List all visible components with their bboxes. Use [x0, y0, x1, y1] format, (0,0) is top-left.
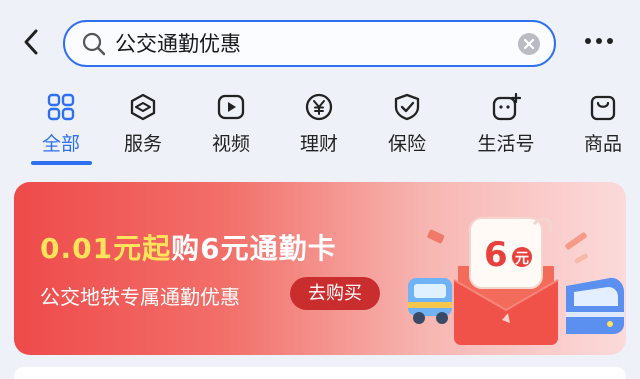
banner-title-offer: 购6元通勤卡	[171, 232, 337, 265]
life-account-icon	[492, 92, 521, 121]
tab-all[interactable]: 全部	[22, 86, 100, 170]
more-dots-icon	[585, 38, 613, 44]
clear-search-button[interactable]	[518, 33, 540, 55]
tab-label: 视频	[211, 133, 250, 155]
grid-icon	[47, 93, 75, 121]
tab-video[interactable]: 视频	[192, 86, 270, 170]
tab-service[interactable]: 服务	[104, 86, 182, 170]
banner-subtitle: 公交地铁专属通勤优惠	[40, 285, 240, 309]
search-input[interactable]: 公交通勤优惠	[63, 20, 556, 67]
tab-goods[interactable]: 商品	[564, 86, 640, 170]
commute-card-promo-banner[interactable]: 0.01元起购6元通勤卡 公交地铁专属通勤优惠 去购买 6 元	[14, 182, 626, 355]
search-query-text: 公交通勤优惠	[115, 32, 241, 56]
coupon-amount: 6	[484, 235, 508, 275]
more-options-button[interactable]	[583, 30, 615, 52]
buy-button[interactable]: 去购买	[290, 277, 380, 310]
category-tabs: 全部 服务 视频 理财 保险 生活号 商品	[0, 86, 640, 170]
tab-insurance[interactable]: 保险	[368, 86, 446, 170]
result-card-preview	[14, 367, 626, 379]
back-button[interactable]	[18, 26, 46, 58]
shopping-bag-icon	[590, 95, 616, 121]
service-cube-icon	[130, 93, 156, 121]
banner-title-price: 0.01元起	[40, 232, 172, 265]
tab-label: 服务	[123, 133, 162, 155]
banner-title: 0.01元起购6元通勤卡	[40, 227, 337, 267]
tab-label: 全部	[41, 133, 80, 155]
tab-wealth[interactable]: 理财	[280, 86, 358, 170]
video-play-icon	[217, 94, 245, 120]
tab-label: 保险	[387, 133, 426, 155]
tab-label: 生活号	[477, 133, 535, 155]
chevron-left-icon	[24, 29, 38, 55]
close-icon	[523, 38, 535, 50]
coupon-unit: 元	[515, 251, 529, 267]
tab-life-account[interactable]: 生活号	[464, 86, 548, 170]
tab-label: 理财	[299, 133, 338, 155]
active-tab-indicator	[31, 161, 92, 165]
commute-coupon-illustration: 6 元	[408, 217, 624, 345]
yen-coin-icon	[305, 93, 333, 121]
search-icon	[82, 32, 106, 56]
top-bar: 公交通勤优惠	[0, 0, 640, 86]
shield-check-icon	[394, 93, 420, 121]
tab-label: 商品	[583, 133, 622, 155]
